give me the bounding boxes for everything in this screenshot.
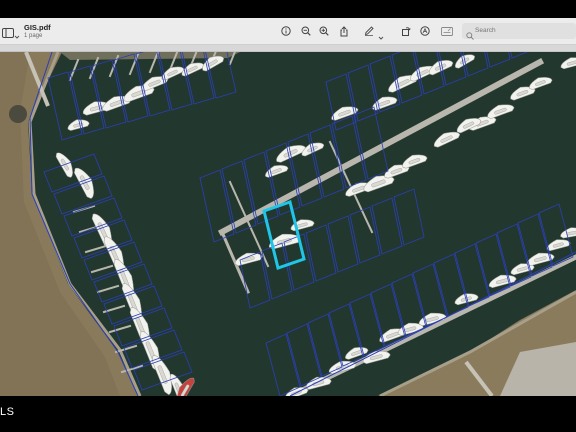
boat [560,57,576,70]
search-icon [466,27,474,40]
chevron-down-icon[interactable] [14,27,20,39]
search-field[interactable] [462,23,576,40]
boat [546,239,571,252]
marina-aerial-map[interactable] [0,52,576,396]
slip-outline [433,253,469,317]
boat [67,119,90,131]
dock [217,57,545,237]
pen-icon[interactable] [362,24,376,38]
slip-outline [325,73,357,131]
dock [96,284,120,294]
marina-parcel-map [0,52,576,396]
slip-outline [261,242,293,300]
document-title: GIS.pdf [24,23,51,32]
boat [74,167,94,199]
pdf-viewer-window: GIS.pdf 1 page [0,18,576,396]
markup-icon[interactable] [418,24,432,38]
dock [84,244,108,254]
toolbar: GIS.pdf 1 page [0,18,576,45]
slip-outline [331,115,367,189]
slip-outline [43,153,103,193]
boat [234,252,263,266]
dock [108,324,132,334]
chevron-down-icon[interactable] [378,28,384,40]
dock [90,264,114,274]
page-count: 1 page [24,33,43,39]
share-icon[interactable] [337,24,351,38]
slip-outline [305,224,337,282]
search-input[interactable] [475,25,571,36]
boat [433,131,461,148]
slip-outline [327,215,359,273]
title-block: GIS.pdf 1 page [24,23,51,40]
slip-outline [286,323,322,387]
rotate-icon[interactable] [399,24,413,38]
boat [285,387,309,396]
top-black-bar [0,0,576,18]
slip-outline [91,59,127,129]
boat [456,118,482,134]
info-icon[interactable] [279,24,293,38]
bottom-black-bar [0,396,576,432]
slip-outline [349,293,385,357]
boat [529,77,553,90]
slip-outline [393,188,425,246]
boat [487,104,515,119]
sidebar-icon[interactable] [2,25,14,38]
zoom-in-icon[interactable] [317,24,331,38]
document-top-edge [0,45,576,52]
boat [402,154,428,169]
slip-outline [371,197,403,255]
tree [9,105,27,123]
caption-text: LS [0,406,15,418]
slip-outline [47,71,83,141]
slip-outline [486,52,511,68]
form-icon[interactable] [440,24,454,38]
slip-outline [265,333,301,396]
slip-outline [510,52,529,59]
boat [526,252,555,266]
zoom-out-icon[interactable] [299,24,313,38]
